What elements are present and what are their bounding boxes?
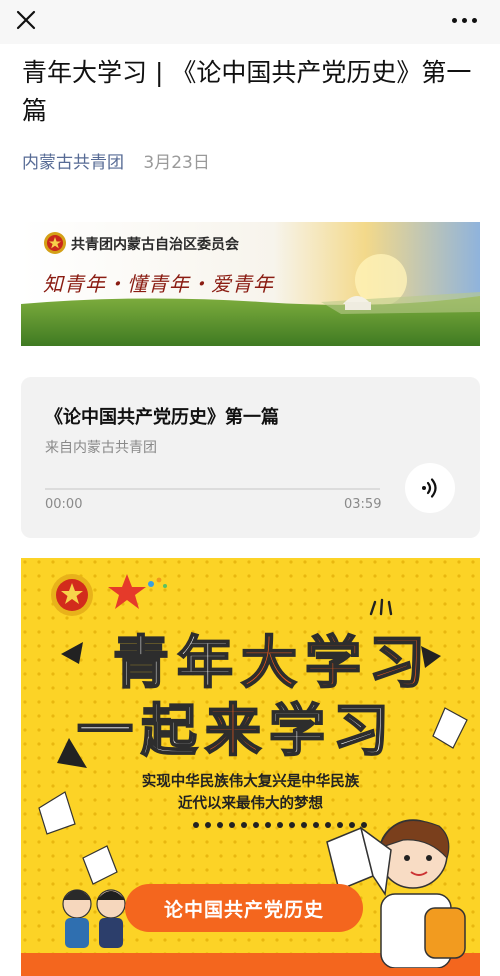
audio-duration: 03:59 [344,497,382,512]
poster-headline-part: 学习 [268,698,397,765]
audio-current-time: 00:00 [45,497,83,512]
youth-league-badge-icon [51,574,93,616]
header-banner-image: 共青团内蒙古自治区委员会 知青年・懂青年・爱青年 [21,222,480,346]
account-name-link[interactable]: 内蒙古共青团 [22,153,124,173]
poster-headline-part: 来 [204,698,269,765]
youth-league-emblem-icon [44,232,66,254]
cartoon-characters-illustration [62,889,126,948]
publish-date: 3月23日 [143,153,210,173]
close-icon[interactable] [12,6,40,34]
sparkle-icon [369,598,393,616]
youth-star-logo-icon [108,574,167,609]
history-topic-button[interactable]: 论中国共产党历史 [125,884,363,932]
more-dots-icon[interactable] [446,6,482,34]
poster-headline-line2: 一起来学习 [76,686,397,767]
banner-organization: 共青团内蒙古自治区委员会 [71,237,239,253]
audio-player-card[interactable]: 《论中国共产党历史》第一篇 来自内蒙古共青团 00:00 03:59 [21,377,480,538]
banner-slogan: 知青年・懂青年・爱青年 [43,272,274,296]
article-meta: 内蒙古共青团 3月23日 [22,148,210,173]
audio-play-button[interactable] [405,463,455,513]
audio-title: 《论中国共产党历史》第一篇 [45,407,279,428]
audio-progress-track[interactable] [45,488,380,490]
poster-headline-part: 一起 [76,698,205,765]
poster-subtitle-line1: 实现中华民族伟大复兴是中华民族 [141,774,360,790]
sound-wave-icon [422,478,437,498]
article-title: 青年大学习 | 《论中国共产党历史》第一篇 [22,58,472,125]
cartoon-student-reading-illustration [326,819,466,968]
promo-poster: 青年大学习 一起来学习 实现中华民族伟大复兴是中华民族 近代以来最伟大的梦想 论… [21,558,480,976]
top-navigation-bar [0,0,500,44]
audio-source: 来自内蒙古共青团 [45,440,157,456]
